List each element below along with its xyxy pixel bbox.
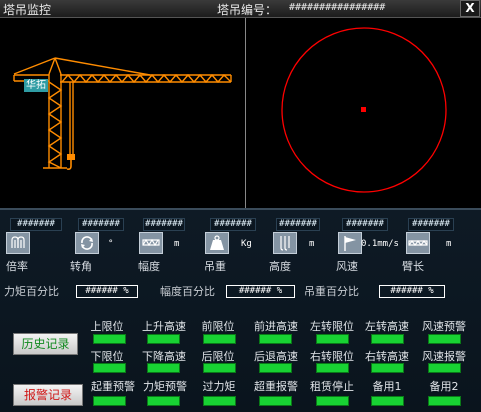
status-label: 前限位 xyxy=(201,320,235,333)
ratio-label: 倍率 xyxy=(6,260,28,273)
status-led xyxy=(259,396,292,406)
wind-label: 风速 xyxy=(336,260,358,273)
status-label: 上升高速 xyxy=(142,320,186,333)
status-label: 右转限位 xyxy=(310,350,354,363)
status-led xyxy=(371,363,404,373)
ratio-readout: ####### xyxy=(10,218,62,231)
status-label: 下降高速 xyxy=(142,350,186,363)
status-led xyxy=(147,363,180,373)
range-percent-value: ###### % xyxy=(226,285,295,298)
status-label: 下限位 xyxy=(90,350,124,363)
moment-percent-label: 力矩百分比 xyxy=(4,285,59,298)
status-led xyxy=(203,363,236,373)
status-led xyxy=(428,396,461,406)
hook-position-marker xyxy=(361,107,366,112)
arm-readout: ####### xyxy=(408,218,454,231)
range-label: 幅度 xyxy=(138,260,160,273)
status-led xyxy=(316,396,349,406)
status-label: 后限位 xyxy=(201,350,235,363)
load-unit: Kg xyxy=(241,239,252,249)
status-led xyxy=(147,334,180,344)
status-label: 左转高速 xyxy=(365,320,409,333)
range-percent-label: 幅度百分比 xyxy=(160,285,215,298)
status-led xyxy=(93,396,126,406)
status-label: 后退高速 xyxy=(254,350,298,363)
status-led xyxy=(203,334,236,344)
crane-elevation-view: 华拓 xyxy=(0,18,244,208)
range-unit: m xyxy=(174,239,180,249)
status-label: 力矩预警 xyxy=(143,380,187,393)
status-led xyxy=(147,396,180,406)
height-unit: m xyxy=(309,239,315,249)
status-label: 备用1 xyxy=(372,380,402,393)
status-led xyxy=(371,396,404,406)
crane-plan-view xyxy=(246,18,481,208)
status-label: 右转高速 xyxy=(365,350,409,363)
status-led xyxy=(93,334,126,344)
status-led xyxy=(316,363,349,373)
brand-tag: 华拓 xyxy=(24,79,48,92)
rotation-icon xyxy=(75,232,99,254)
boom-icon xyxy=(406,232,430,254)
status-label: 风速预警 xyxy=(422,320,466,333)
status-led xyxy=(93,363,126,373)
crane-number-value: ################ xyxy=(289,2,386,13)
height-readout: ####### xyxy=(276,218,320,231)
close-button[interactable]: X xyxy=(460,0,480,17)
tower-crane-drawing xyxy=(13,57,232,170)
status-led xyxy=(428,363,461,373)
load-label: 吊重 xyxy=(204,260,226,273)
height-label: 高度 xyxy=(269,260,291,273)
crane-number-label: 塔吊编号： xyxy=(217,3,278,17)
status-led xyxy=(259,334,292,344)
load-readout: ####### xyxy=(210,218,256,231)
range-readout: ####### xyxy=(143,218,185,231)
wind-flag-icon xyxy=(338,232,362,254)
trolley-icon xyxy=(139,232,163,254)
slew-unit: ° xyxy=(108,239,114,249)
range-circle-drawing xyxy=(281,27,447,193)
arm-label: 臂长 xyxy=(402,260,424,273)
window-title: 塔吊监控 xyxy=(3,3,52,17)
status-led xyxy=(259,363,292,373)
status-led xyxy=(428,334,461,344)
alarm-record-button[interactable]: 报警记录 xyxy=(13,384,83,406)
moment-percent-value: ###### % xyxy=(76,285,138,298)
status-label: 上限位 xyxy=(90,320,124,333)
status-label: 备用2 xyxy=(429,380,459,393)
load-percent-value: ###### % xyxy=(379,285,445,298)
status-label: 前进高速 xyxy=(254,320,298,333)
multiplier-icon xyxy=(6,232,30,254)
weight-icon xyxy=(205,232,229,254)
status-label: 过力矩 xyxy=(202,380,236,393)
status-label: 超重报警 xyxy=(254,380,298,393)
wind-unit: 0.1mm/s xyxy=(361,239,399,249)
hook-height-icon xyxy=(273,232,297,254)
slew-readout: ####### xyxy=(78,218,124,231)
status-label: 租赁停止 xyxy=(310,380,354,393)
arm-unit: m xyxy=(446,239,452,249)
slew-label: 转角 xyxy=(70,260,92,273)
status-label: 风速报警 xyxy=(422,350,466,363)
status-led xyxy=(371,334,404,344)
history-record-button[interactable]: 历史记录 xyxy=(13,333,78,355)
data-panel: ####### 倍率 ####### ° 转角 ####### m 幅度 ###… xyxy=(0,210,481,412)
load-percent-label: 吊重百分比 xyxy=(304,285,359,298)
wind-readout: ####### xyxy=(342,218,388,231)
status-label: 左转限位 xyxy=(310,320,354,333)
status-label: 起重预警 xyxy=(91,380,135,393)
status-led xyxy=(203,396,236,406)
title-bar: 塔吊监控 塔吊编号： ################ X xyxy=(0,0,481,18)
status-led xyxy=(316,334,349,344)
